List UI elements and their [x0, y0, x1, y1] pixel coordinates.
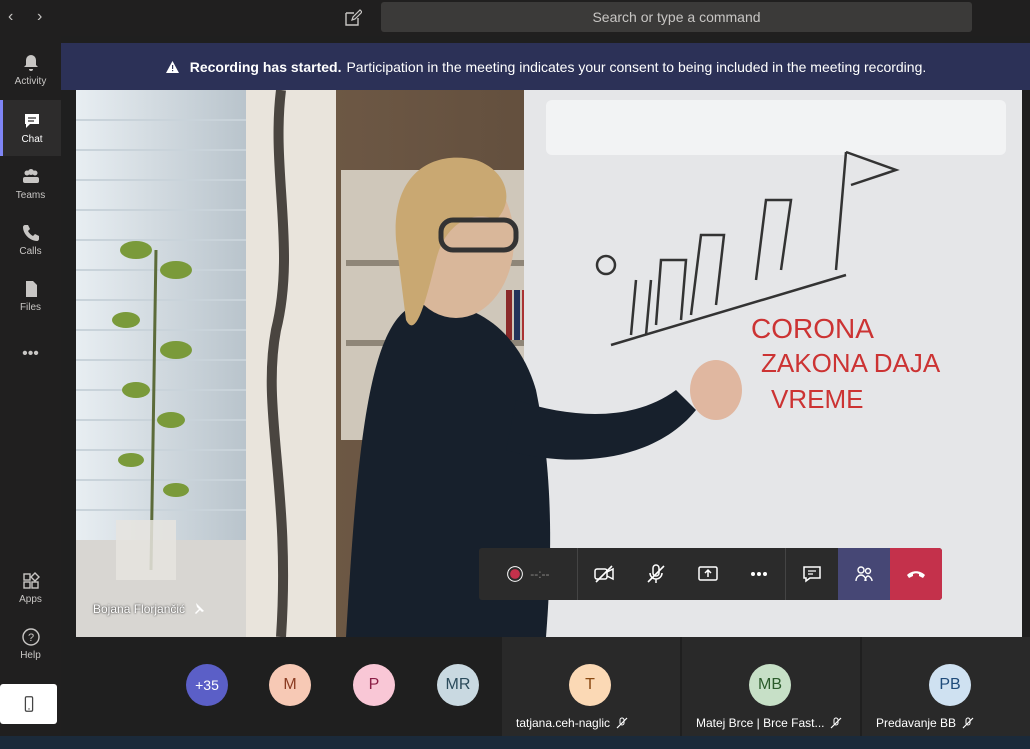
banner-title: Recording has started. — [189, 58, 342, 75]
participant-name: tatjana.ceh-naglic — [516, 716, 628, 730]
whiteboard-word: ZAKONA DAJA — [761, 348, 941, 378]
svg-text:?: ? — [27, 632, 33, 644]
chat-button[interactable] — [786, 548, 838, 600]
rail-label: Calls — [19, 246, 42, 257]
participant-name-text: Predavanje BB — [876, 716, 957, 730]
more-actions-button[interactable] — [733, 548, 785, 600]
recording-banner: Recording has started. Participation in … — [61, 43, 1030, 90]
participant-avatar[interactable]: M — [269, 664, 311, 706]
rail-item-apps[interactable]: Apps — [0, 562, 61, 614]
participant-avatar: T — [569, 664, 611, 706]
os-taskbar — [0, 736, 1030, 749]
meeting-timer: --:-- — [530, 567, 550, 581]
participant-avatar[interactable]: MR — [437, 664, 479, 706]
forward-button[interactable]: › — [37, 8, 42, 26]
participant-avatar[interactable]: P — [353, 664, 395, 706]
camera-off-icon — [593, 565, 614, 583]
whiteboard-word: CORONA — [751, 313, 874, 344]
more-icon — [751, 572, 768, 576]
participant-avatar: PB — [929, 664, 971, 706]
chat-icon — [803, 566, 822, 583]
rail-item-chat[interactable]: Chat — [0, 100, 61, 156]
mic-muted-icon — [962, 717, 974, 729]
speaker-name-tag: Bojana Florjančić — [93, 602, 205, 616]
phone-icon — [22, 225, 39, 241]
overflow-participants-button[interactable]: +35 — [186, 664, 228, 706]
rail-label: Help — [20, 650, 41, 661]
rail-item-help[interactable]: ? Help — [0, 618, 61, 670]
app-rail: Activity Chat Teams Calls Files ••• Apps… — [0, 36, 61, 736]
mobile-icon — [24, 696, 33, 712]
bell-icon — [23, 55, 38, 71]
rail-label: Apps — [19, 594, 42, 605]
mic-muted-icon — [831, 717, 842, 729]
rail-item-files[interactable]: Files — [0, 270, 61, 322]
rail-item-activity[interactable]: Activity — [0, 44, 61, 96]
warning-icon — [165, 60, 179, 73]
share-icon — [697, 566, 718, 581]
pin-icon[interactable] — [191, 602, 205, 616]
meeting-controls: --:-- — [479, 548, 943, 600]
title-bar: ‹ › Search or type a command — [0, 0, 1030, 36]
search-input[interactable]: Search or type a command — [381, 2, 972, 32]
participant-name-text: Matej Brce | Brce Fast... — [696, 716, 825, 730]
people-icon — [855, 566, 873, 582]
banner-text: Participation in the meeting indicates y… — [346, 58, 927, 75]
rail-item-more[interactable]: ••• — [0, 328, 61, 380]
camera-toggle-button[interactable] — [578, 548, 630, 600]
rail-item-calls[interactable]: Calls — [0, 214, 61, 266]
rail-label: Activity — [14, 76, 47, 87]
participant-name: Predavanje BB — [876, 716, 974, 730]
whiteboard-word: VREME — [771, 384, 863, 414]
participants-button[interactable] — [838, 548, 891, 600]
file-icon — [25, 281, 37, 297]
teams-icon — [22, 169, 39, 183]
compose-icon[interactable] — [344, 9, 362, 27]
share-screen-button[interactable] — [682, 548, 734, 600]
mic-muted-icon — [616, 717, 628, 729]
device-button[interactable] — [0, 684, 57, 724]
help-icon: ? — [21, 628, 40, 646]
rail-label: Chat — [21, 134, 43, 145]
chat-icon — [25, 114, 39, 128]
search-placeholder: Search or type a command — [592, 9, 761, 25]
participant-name: Matej Brce | Brce Fast... — [696, 716, 842, 730]
hang-up-icon — [907, 571, 926, 578]
participant-avatar: MB — [749, 664, 791, 706]
back-button[interactable]: ‹ — [8, 8, 13, 26]
record-icon — [507, 566, 524, 582]
rail-label: Teams — [15, 190, 46, 201]
apps-icon — [22, 572, 40, 589]
more-icon: ••• — [22, 345, 39, 362]
recording-status: --:-- — [479, 548, 577, 600]
mic-off-icon — [647, 564, 665, 583]
speaker-name: Bojana Florjančić — [93, 602, 186, 616]
rail-item-teams[interactable]: Teams — [0, 158, 61, 210]
rail-label: Files — [19, 302, 42, 313]
mic-toggle-button[interactable] — [630, 548, 682, 600]
hang-up-button[interactable] — [890, 548, 943, 600]
participant-name-text: tatjana.ceh-naglic — [516, 716, 611, 730]
